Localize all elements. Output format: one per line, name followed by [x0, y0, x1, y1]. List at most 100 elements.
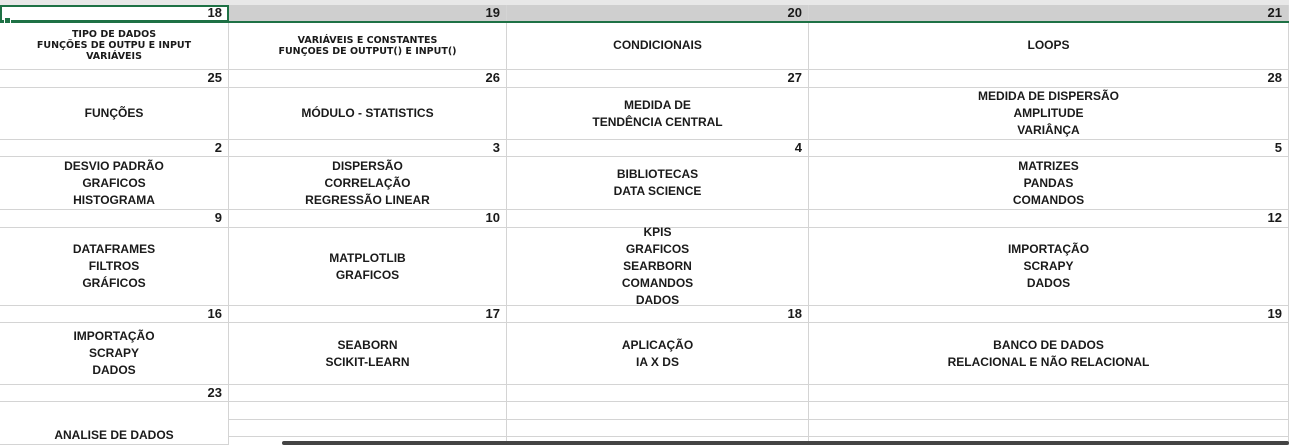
day-number-cell[interactable]: [229, 385, 507, 402]
day-number-cell[interactable]: 19: [809, 306, 1289, 323]
topic-line: VARIÁVEIS: [86, 51, 142, 62]
topic-line: DATAFRAMES: [72, 242, 156, 256]
topic-cell[interactable]: MEDIDA DE TENDÊNCIA CENTRAL: [507, 88, 809, 140]
day-number-cell[interactable]: 18: [507, 306, 809, 323]
day-number-cell[interactable]: [507, 385, 809, 402]
day-number: 4: [794, 140, 802, 155]
day-number-cell[interactable]: 5: [809, 140, 1289, 157]
topic-cell[interactable]: VARIÁVEIS E CONSTANTES FUNÇOES DE OUTPUT(…: [229, 22, 507, 70]
topic-line: REGRESSÃO LINEAR: [305, 192, 430, 207]
day-number-cell[interactable]: [809, 385, 1289, 402]
topic-line: DATA SCIENCE: [613, 184, 702, 198]
topic-cell[interactable]: MATPLOTLIB GRAFICOS: [229, 228, 507, 306]
day-number-cell[interactable]: 26: [229, 70, 507, 88]
day-number-cell[interactable]: 21: [809, 5, 1289, 22]
day-number-cell[interactable]: 10: [229, 210, 507, 228]
topic-cell[interactable]: MÓDULO - STATISTICS: [229, 88, 507, 140]
day-number: 25: [207, 70, 222, 85]
day-number: 18: [207, 5, 222, 20]
topic-line: ANALISE DE DADOS: [54, 428, 174, 442]
day-number: 26: [485, 70, 500, 85]
topic-line: BANCO DE DADOS: [993, 337, 1104, 352]
day-number: 20: [787, 5, 802, 20]
topic-line: RELACIONAL E NÃO RELACIONAL: [947, 354, 1150, 369]
topic-cell[interactable]: [507, 402, 809, 445]
day-number: 23: [207, 385, 222, 400]
topic-cell[interactable]: MATRIZES PANDAS COMANDOS: [809, 157, 1289, 210]
topic-line: VARIÂNÇA: [1017, 123, 1080, 137]
topic-cell[interactable]: DISPERSÃO CORRELAÇÃO REGRESSÃO LINEAR: [229, 157, 507, 210]
topic-line: MÓDULO - STATISTICS: [301, 106, 434, 120]
topic-cell[interactable]: LOOPS: [809, 22, 1289, 70]
day-number: 17: [485, 306, 500, 321]
topic-cell[interactable]: APLICAÇÃO IA X DS: [507, 323, 809, 385]
gridline: [809, 419, 1288, 420]
day-number-cell[interactable]: 28: [809, 70, 1289, 88]
day-number-cell[interactable]: 23: [0, 385, 229, 402]
topic-cell[interactable]: [809, 402, 1289, 445]
topic-line: AMPLITUDE: [1013, 106, 1084, 120]
topic-cell[interactable]: IMPORTAÇÃO SCRAPY DADOS: [809, 228, 1289, 306]
gridline: [507, 436, 808, 437]
day-number-cell[interactable]: 12: [809, 210, 1289, 228]
topic-line: IMPORTAÇÃO: [73, 329, 155, 343]
topic-line: FILTROS: [88, 259, 140, 273]
topic-line: SEARBORN: [623, 259, 692, 273]
topic-line: MATPLOTLIB: [329, 250, 406, 265]
topic-cell[interactable]: BANCO DE DADOS RELACIONAL E NÃO RELACIONA…: [809, 323, 1289, 385]
topic-line: GRAFICOS: [625, 242, 690, 256]
topic-line: BIBLIOTECAS: [616, 167, 699, 181]
day-number-cell[interactable]: 16: [0, 306, 229, 323]
topic-line: PANDAS: [1023, 175, 1074, 190]
topic-line: IA X DS: [636, 354, 679, 369]
topic-line: SEABORN: [337, 337, 398, 352]
topic-cell[interactable]: CONDICIONAIS: [507, 22, 809, 70]
topic-line: FUNÇOES DE OUTPUT() E INPUT(): [278, 45, 457, 57]
topic-line: GRÁFICOS: [82, 276, 146, 290]
topic-cell[interactable]: ANALISE DE DADOS: [0, 402, 229, 445]
topic-line: MEDIDA DE: [624, 97, 691, 112]
topic-cell[interactable]: DESVIO PADRÃO GRAFICOS HISTOGRAMA: [0, 157, 229, 210]
topic-line: SCRAPY: [1023, 259, 1074, 273]
topic-cell[interactable]: IMPORTAÇÃO SCRAPY DADOS: [0, 323, 229, 385]
horizontal-scrollbar[interactable]: [282, 441, 1289, 445]
gridline: [809, 436, 1288, 437]
topic-line: MEDIDA DE DISPERSÃO: [978, 89, 1119, 103]
topic-line: SCRAPY: [88, 346, 139, 360]
day-number-cell[interactable]: 9: [0, 210, 229, 228]
selection-row-indicator: [0, 21, 1289, 23]
topic-line: DADOS: [92, 363, 136, 377]
topic-cell[interactable]: BIBLIOTECAS DATA SCIENCE: [507, 157, 809, 210]
day-number: 19: [485, 5, 500, 20]
fill-handle[interactable]: [4, 17, 11, 24]
topic-cell[interactable]: FUNÇÕES: [0, 88, 229, 140]
topic-cell[interactable]: KPIS GRAFICOS SEARBORN COMANDOS DADOS: [507, 225, 809, 307]
day-number-cell[interactable]: 18: [0, 5, 229, 22]
topic-line: KPIS: [643, 225, 672, 239]
day-number: 9: [214, 210, 222, 225]
day-number: 5: [1274, 140, 1282, 155]
day-number-cell[interactable]: 3: [229, 140, 507, 157]
day-number-cell[interactable]: 27: [507, 70, 809, 88]
topic-line: DADOS: [1026, 276, 1071, 290]
topic-line: VARIÁVEIS E CONSTANTES: [297, 34, 438, 46]
topic-line: CORRELAÇÃO: [324, 175, 411, 190]
day-number-cell[interactable]: 19: [229, 5, 507, 22]
day-number-cell[interactable]: 4: [507, 140, 809, 157]
topic-line: CONDICIONAIS: [613, 38, 702, 52]
day-number-cell[interactable]: 17: [229, 306, 507, 323]
topic-cell[interactable]: [229, 402, 507, 445]
topic-line: MATRIZES: [1018, 158, 1079, 173]
topic-cell[interactable]: MEDIDA DE DISPERSÃO AMPLITUDE VARIÂNÇA: [809, 88, 1289, 140]
day-number-cell[interactable]: 2: [0, 140, 229, 157]
topic-line: HISTOGRAMA: [73, 192, 155, 207]
topic-cell[interactable]: DATAFRAMES FILTROS GRÁFICOS: [0, 228, 229, 306]
topic-line: COMANDOS: [621, 276, 694, 290]
day-number: 10: [485, 210, 500, 225]
topic-cell[interactable]: SEABORN SCIKIT-LEARN: [229, 323, 507, 385]
day-number-cell[interactable]: 25: [0, 70, 229, 88]
day-number-cell[interactable]: 20: [507, 5, 809, 22]
topic-cell[interactable]: TIPO DE DADOS FUNÇÕES DE OUTPU E INPUT VAR…: [0, 22, 229, 70]
topic-line: TIPO DE DADOS: [71, 29, 157, 40]
gridline: [507, 419, 808, 420]
